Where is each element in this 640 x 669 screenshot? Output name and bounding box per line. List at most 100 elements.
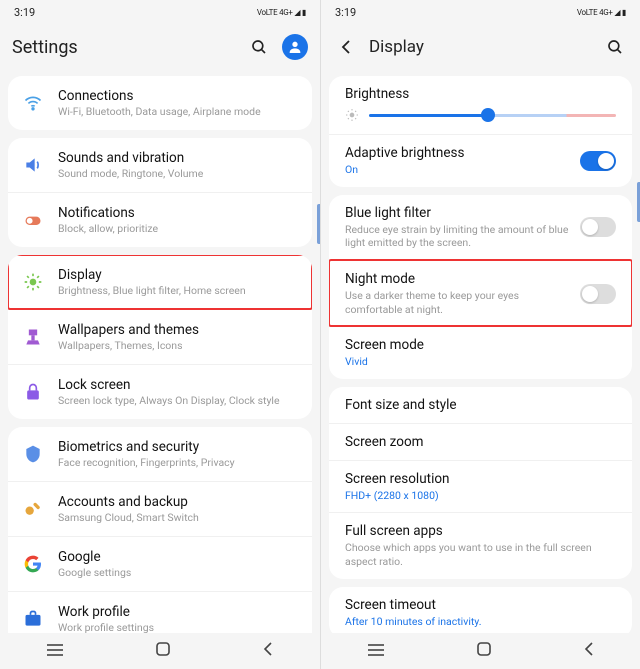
- back-button[interactable]: [333, 34, 359, 60]
- item-subtitle: Wi-Fi, Bluetooth, Data usage, Airplane m…: [58, 105, 298, 118]
- setting-full-screen-apps[interactable]: Full screen apps Choose which apps you wa…: [329, 512, 632, 578]
- item-title: Accounts and backup: [58, 494, 298, 510]
- profile-button[interactable]: [282, 34, 308, 60]
- setting-font-size-and-style[interactable]: Font size and style: [329, 387, 632, 423]
- page-title: Display: [369, 37, 592, 57]
- item-title: Biometrics and security: [58, 439, 298, 455]
- slider-track[interactable]: [369, 114, 616, 117]
- item-title: Display: [58, 267, 298, 283]
- item-subtitle: Sound mode, Ringtone, Volume: [58, 167, 298, 180]
- settings-group: Biometrics and securityFace recognition,…: [8, 427, 312, 633]
- nav-bar: [0, 633, 320, 669]
- setting-subtitle: Reduce eye strain by limiting the amount…: [345, 223, 570, 250]
- settings-screen: 3:19 VoLTE 4G+ ◢ ▮ Settings ConnectionsW…: [0, 0, 320, 669]
- brightness-row: Brightness: [329, 76, 632, 134]
- display-settings-screen: 3:19 VoLTE 4G+ ◢ ▮ Display Brightness Ada…: [320, 0, 640, 669]
- search-icon: [250, 38, 268, 56]
- setting-adaptive-brightness[interactable]: Adaptive brightness On: [329, 134, 632, 187]
- home-button[interactable]: [155, 641, 171, 661]
- toggle-switch[interactable]: [580, 151, 616, 171]
- settings-card: Font size and style Screen zoom Screen res…: [329, 387, 632, 579]
- setting-title: Screen zoom: [345, 434, 616, 450]
- setting-subtitle: Use a darker theme to keep your eyes com…: [345, 289, 570, 316]
- setting-night-mode[interactable]: Night mode Use a darker theme to keep you…: [329, 260, 632, 326]
- setting-subtitle: After 10 minutes of inactivity.: [345, 615, 616, 629]
- setting-subtitle: Vivid: [345, 355, 616, 369]
- item-subtitle: Samsung Cloud, Smart Switch: [58, 511, 298, 524]
- home-button[interactable]: [476, 641, 492, 661]
- settings-item-display[interactable]: DisplayBrightness, Blue light filter, Ho…: [8, 255, 312, 309]
- setting-subtitle: On: [345, 163, 570, 177]
- setting-screen-timeout[interactable]: Screen timeout After 10 minutes of inacti…: [329, 587, 632, 633]
- settings-item-connections[interactable]: ConnectionsWi-Fi, Bluetooth, Data usage,…: [8, 76, 312, 130]
- settings-group: ConnectionsWi-Fi, Bluetooth, Data usage,…: [8, 76, 312, 130]
- settings-item-work-profile[interactable]: Work profileWork profile settings: [8, 591, 312, 633]
- settings-group: DisplayBrightness, Blue light filter, Ho…: [8, 255, 312, 419]
- status-indicators: VoLTE 4G+ ◢ ▮: [257, 8, 306, 17]
- search-icon: [606, 38, 624, 56]
- item-subtitle: Block, allow, prioritize: [58, 222, 298, 235]
- item-subtitle: Face recognition, Fingerprints, Privacy: [58, 456, 298, 469]
- settings-list[interactable]: ConnectionsWi-Fi, Bluetooth, Data usage,…: [0, 76, 320, 633]
- setting-subtitle: FHD+ (2280 x 1080): [345, 489, 616, 503]
- setting-title: Screen mode: [345, 337, 616, 353]
- backup-icon: [22, 498, 44, 520]
- status-bar: 3:19 VoLTE 4G+ ◢ ▮: [0, 0, 320, 24]
- setting-screen-zoom[interactable]: Screen zoom: [329, 423, 632, 460]
- settings-item-biometrics-and-security[interactable]: Biometrics and securityFace recognition,…: [8, 427, 312, 481]
- settings-item-lock-screen[interactable]: Lock screenScreen lock type, Always On D…: [8, 364, 312, 419]
- setting-subtitle: Choose which apps you want to use in the…: [345, 541, 616, 568]
- setting-title: Night mode: [345, 271, 570, 287]
- toggle-switch[interactable]: [580, 284, 616, 304]
- item-subtitle: Brightness, Blue light filter, Home scre…: [58, 284, 298, 297]
- nav-bar: [321, 633, 640, 669]
- sun-icon: [345, 108, 359, 122]
- settings-card: Screen timeout After 10 minutes of inacti…: [329, 587, 632, 633]
- item-subtitle: Screen lock type, Always On Display, Clo…: [58, 394, 298, 407]
- settings-item-sounds-and-vibration[interactable]: Sounds and vibrationSound mode, Ringtone…: [8, 138, 312, 192]
- setting-title: Blue light filter: [345, 205, 570, 221]
- item-subtitle: Wallpapers, Themes, Icons: [58, 339, 298, 352]
- item-title: Sounds and vibration: [58, 150, 298, 166]
- recents-button[interactable]: [46, 642, 64, 661]
- brightness-card: Brightness Adaptive brightness On: [329, 76, 632, 187]
- item-subtitle: Google settings: [58, 566, 298, 579]
- setting-title: Screen timeout: [345, 597, 616, 613]
- setting-title: Adaptive brightness: [345, 145, 570, 161]
- settings-item-wallpapers-and-themes[interactable]: Wallpapers and themesWallpapers, Themes,…: [8, 309, 312, 364]
- title-bar: Settings: [0, 24, 320, 76]
- work-icon: [22, 608, 44, 630]
- settings-group: Sounds and vibrationSound mode, Ringtone…: [8, 138, 312, 247]
- slider-thumb[interactable]: [481, 108, 495, 122]
- item-title: Lock screen: [58, 377, 298, 393]
- setting-title: Full screen apps: [345, 523, 616, 539]
- display-list[interactable]: Brightness Adaptive brightness On Blue ligh…: [321, 76, 640, 633]
- search-button[interactable]: [602, 34, 628, 60]
- wall-icon: [22, 326, 44, 348]
- settings-item-accounts-and-backup[interactable]: Accounts and backupSamsung Cloud, Smart …: [8, 481, 312, 536]
- brightness-label: Brightness: [345, 86, 616, 102]
- title-bar: Display: [321, 24, 640, 76]
- setting-screen-mode[interactable]: Screen mode Vivid: [329, 326, 632, 379]
- item-title: Notifications: [58, 205, 298, 221]
- setting-screen-resolution[interactable]: Screen resolution FHD+ (2280 x 1080): [329, 460, 632, 513]
- toggle-switch[interactable]: [580, 217, 616, 237]
- settings-item-notifications[interactable]: NotificationsBlock, allow, prioritize: [8, 192, 312, 247]
- chevron-left-icon: [338, 39, 354, 55]
- lock-icon: [22, 381, 44, 403]
- sound-icon: [22, 154, 44, 176]
- brightness-slider[interactable]: [345, 102, 616, 124]
- recents-button[interactable]: [367, 642, 385, 661]
- item-subtitle: Work profile settings: [58, 621, 298, 633]
- person-icon: [287, 39, 303, 55]
- back-button[interactable]: [583, 641, 595, 661]
- search-button[interactable]: [246, 34, 272, 60]
- google-icon: [22, 553, 44, 575]
- back-button[interactable]: [262, 641, 274, 661]
- setting-blue-light-filter[interactable]: Blue light filter Reduce eye strain by li…: [329, 195, 632, 260]
- item-title: Wallpapers and themes: [58, 322, 298, 338]
- wifi-icon: [22, 92, 44, 114]
- setting-title: Screen resolution: [345, 471, 616, 487]
- status-bar: 3:19 VoLTE 4G+ ◢ ▮: [321, 0, 640, 24]
- settings-item-google[interactable]: GoogleGoogle settings: [8, 536, 312, 591]
